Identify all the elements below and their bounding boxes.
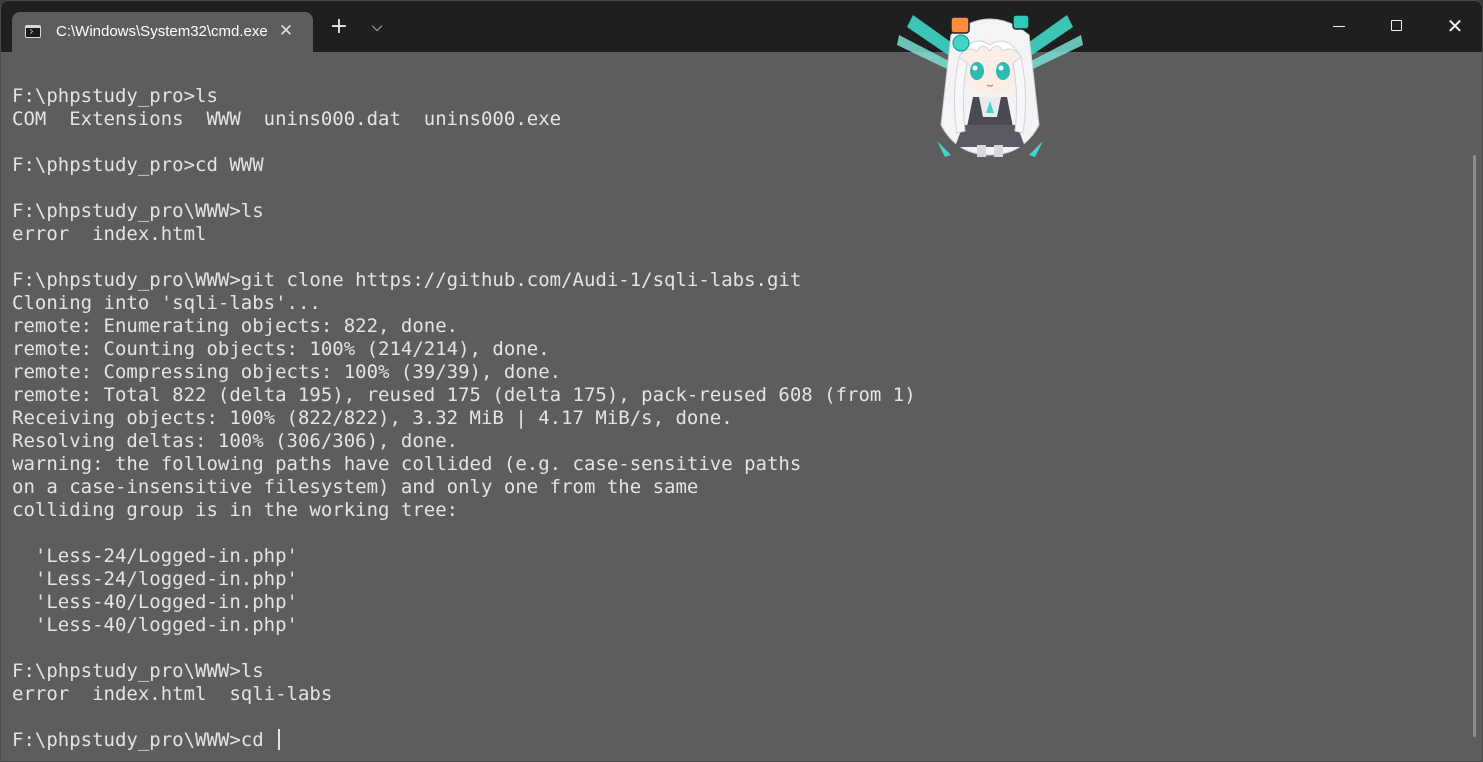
terminal-line: remote: Counting objects: 100% (214/214)…	[12, 338, 550, 360]
maximize-button[interactable]	[1368, 1, 1426, 52]
terminal-window: C:\Windows\System32\cmd.exe ✕ + ⌵ ✕ F:\p…	[0, 0, 1483, 762]
terminal-line: warning: the following paths have collid…	[12, 453, 802, 475]
maximize-icon	[1391, 20, 1402, 31]
terminal-line: COM Extensions WWW unins000.dat unins000…	[12, 108, 562, 130]
terminal-line: Resolving deltas: 100% (306/306), done.	[12, 430, 459, 452]
close-window-button[interactable]: ✕	[1426, 1, 1482, 52]
minimize-button[interactable]	[1310, 1, 1368, 52]
terminal-line: F:\phpstudy_pro\WWW>git clone https://gi…	[12, 269, 802, 291]
tab-title: C:\Windows\System32\cmd.exe	[56, 23, 268, 40]
terminal-output[interactable]: F:\phpstudy_pro>ls COM Extensions WWW uni…	[12, 85, 1462, 755]
terminal-line: F:\phpstudy_pro>ls	[12, 85, 218, 107]
terminal-line: remote: Compressing objects: 100% (39/39…	[12, 361, 562, 383]
terminal-line: Cloning into 'sqli-labs'...	[12, 292, 321, 314]
title-bar[interactable]: C:\Windows\System32\cmd.exe ✕ + ⌵ ✕	[1, 1, 1482, 52]
terminal-line: F:\phpstudy_pro>cd WWW	[12, 154, 264, 176]
anime-mascot-icon	[897, 14, 1083, 157]
terminal-line: F:\phpstudy_pro\WWW>ls	[12, 200, 264, 222]
terminal-line: on a case-insensitive filesystem) and on…	[12, 476, 699, 498]
terminal-line: error index.html sqli-labs	[12, 683, 333, 705]
terminal-line: error index.html	[12, 223, 207, 245]
close-icon: ✕	[1446, 14, 1464, 38]
tab-cmd[interactable]: C:\Windows\System32\cmd.exe ✕	[12, 12, 313, 52]
chevron-down-icon[interactable]: ⌵	[365, 15, 389, 39]
terminal-line: F:\phpstudy_pro\WWW>cd	[12, 729, 1462, 752]
console-icon	[25, 25, 41, 38]
minimize-icon	[1333, 26, 1345, 27]
terminal-line: Receiving objects: 100% (822/822), 3.32 …	[12, 407, 733, 429]
new-tab-button[interactable]: +	[327, 15, 351, 39]
terminal-line: 'Less-24/Logged-in.php'	[12, 545, 298, 567]
text-cursor	[278, 729, 281, 750]
terminal-line: 'Less-40/Logged-in.php'	[12, 591, 298, 613]
terminal-line: colliding group is in the working tree:	[12, 499, 459, 521]
terminal-line: remote: Total 822 (delta 195), reused 17…	[12, 384, 916, 406]
close-tab-icon[interactable]: ✕	[275, 20, 297, 42]
scrollbar[interactable]	[1473, 155, 1476, 737]
terminal-line: 'Less-40/logged-in.php'	[12, 614, 298, 636]
terminal-line: remote: Enumerating objects: 822, done.	[12, 315, 459, 337]
terminal-line: F:\phpstudy_pro\WWW>ls	[12, 660, 264, 682]
terminal-line: 'Less-24/logged-in.php'	[12, 568, 298, 590]
